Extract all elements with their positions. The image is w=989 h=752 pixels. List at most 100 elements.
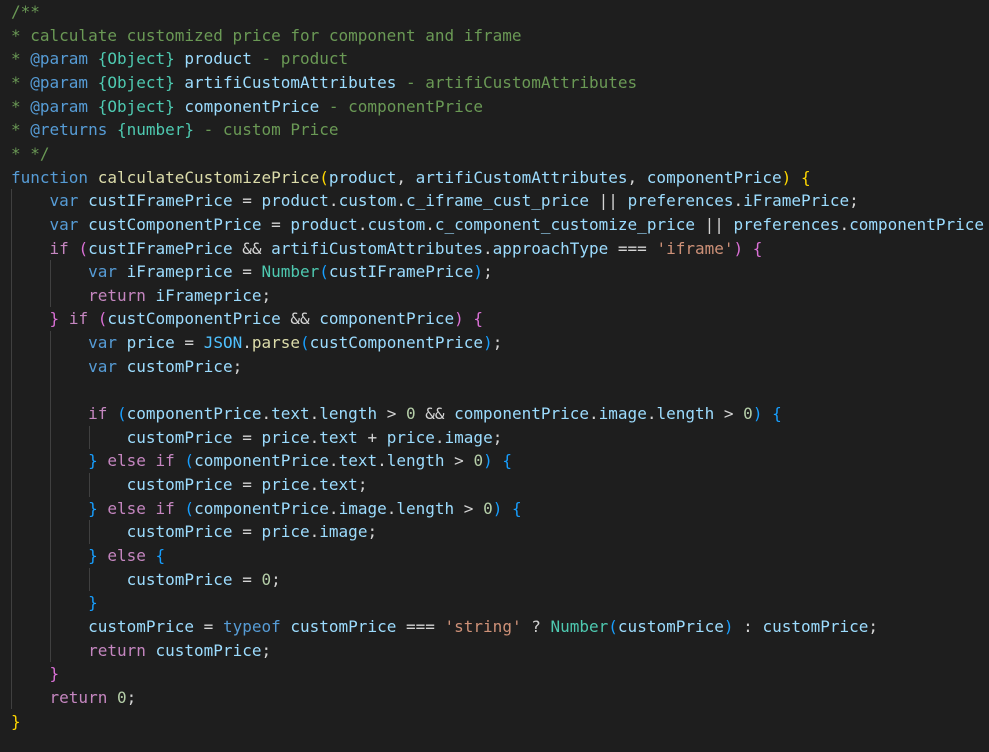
code-token: custComponentPrice [88, 214, 262, 234]
code-line[interactable]: } else if (componentPrice.text.length > … [11, 449, 512, 473]
code-line[interactable]: var iFrameprice = Number(custIFramePrice… [11, 260, 493, 284]
code-line[interactable]: } [11, 662, 60, 686]
code-token: . [377, 451, 387, 471]
code-token: custIFramePrice [88, 238, 233, 258]
code-line[interactable]: if (componentPrice.text.length > 0 && co… [11, 402, 782, 426]
code-token: : [733, 616, 763, 636]
code-token: && [280, 309, 320, 329]
code-token: ; [849, 191, 859, 211]
code-line[interactable]: * */ [11, 142, 50, 166]
code-token: , [627, 167, 647, 187]
code-token: Number [261, 262, 320, 282]
code-token: * calculate customized price for compone… [11, 25, 522, 45]
code-line[interactable]: * @returns {number} - custom Price [11, 118, 339, 142]
code-token: ; [261, 285, 272, 305]
code-token: > [444, 451, 474, 471]
code-token: 0 [743, 404, 753, 424]
code-line[interactable]: customPrice = typeof customPrice === 'st… [11, 615, 878, 639]
code-token: else [107, 498, 146, 518]
code-line[interactable]: } [11, 710, 21, 734]
code-line[interactable]: * calculate customized price for compone… [11, 24, 522, 48]
code-token: var [49, 191, 79, 211]
code-token: text [319, 475, 358, 494]
code-token: * */ [11, 143, 50, 163]
code-line[interactable]: customPrice = 0; [11, 568, 281, 592]
code-line[interactable]: } if (custComponentPrice && componentPri… [11, 307, 484, 331]
code-token: = [261, 214, 291, 234]
code-token: customPrice [126, 569, 233, 589]
code-token: customPrice [155, 640, 262, 660]
code-token: = [232, 427, 262, 447]
code-token: iFrameprice [126, 262, 233, 282]
code-token: ( [608, 616, 618, 636]
code-token: 0 [483, 498, 493, 518]
code-line[interactable]: if (custIFramePrice && artifiCustomAttri… [11, 237, 763, 261]
code-token: {number} [116, 120, 195, 140]
code-token: artifiCustomAttributes [271, 238, 484, 258]
code-line[interactable]: return iFrameprice; [11, 284, 271, 308]
code-editor[interactable]: /** * calculate customized price for comp… [0, 0, 989, 752]
code-token: === [608, 238, 657, 258]
code-token: else [107, 451, 146, 471]
code-line[interactable]: return customPrice; [11, 639, 271, 663]
code-token: 0 [405, 404, 416, 424]
code-token: . [434, 427, 445, 447]
code-token: componentPrice [184, 96, 320, 116]
code-token: && [415, 404, 455, 424]
code-token: product [184, 49, 252, 69]
code-line[interactable]: var custComponentPrice = product.custom.… [11, 213, 984, 237]
code-token: . [309, 475, 320, 494]
code-line[interactable]: var customPrice; [11, 355, 242, 379]
code-token: || [694, 214, 734, 234]
code-token: ) [473, 262, 484, 282]
code-line[interactable]: function calculateCustomizePrice(product… [11, 166, 811, 190]
code-token: = [232, 191, 262, 211]
code-token: || [589, 191, 628, 211]
code-token: customPrice [88, 616, 195, 636]
code-line[interactable]: } [11, 591, 98, 615]
code-line[interactable]: * @param {Object} artifiCustomAttributes… [11, 71, 637, 95]
code-line[interactable]: customPrice = price.text + price.image; [11, 426, 503, 450]
code-token: = [174, 333, 204, 353]
code-line[interactable]: customPrice = price.text; [11, 473, 368, 497]
code-token: custComponentPrice [309, 333, 484, 353]
code-token: function [11, 167, 89, 187]
code-token: /** [11, 2, 40, 21]
code-line[interactable]: return 0; [11, 686, 137, 710]
code-token: return [88, 285, 146, 305]
code-line[interactable]: /** [11, 0, 40, 24]
code-token: . [309, 522, 320, 542]
code-line[interactable]: * @param {Object} product - product [11, 47, 348, 71]
code-token: ; [367, 522, 378, 542]
code-line[interactable]: } else { [11, 544, 165, 568]
code-line[interactable]: var price = JSON.parse(custComponentPric… [11, 331, 502, 355]
code-token: ) [752, 404, 763, 424]
code-token: calculateCustomizePrice [97, 167, 320, 187]
code-token: price [261, 475, 310, 494]
code-token: artifiCustomAttributes [184, 72, 397, 92]
code-token: * [11, 120, 31, 140]
code-line[interactable]: * @param {Object} componentPrice - compo… [11, 95, 483, 119]
code-line[interactable]: } else if (componentPrice.image.length >… [11, 497, 522, 521]
code-line[interactable]: customPrice = price.image; [11, 520, 378, 544]
code-token: preferences [733, 214, 840, 234]
code-token: @param [30, 49, 89, 69]
code-line[interactable]: var custIFramePrice = product.custom.c_i… [11, 189, 859, 213]
code-token: + [357, 427, 387, 447]
